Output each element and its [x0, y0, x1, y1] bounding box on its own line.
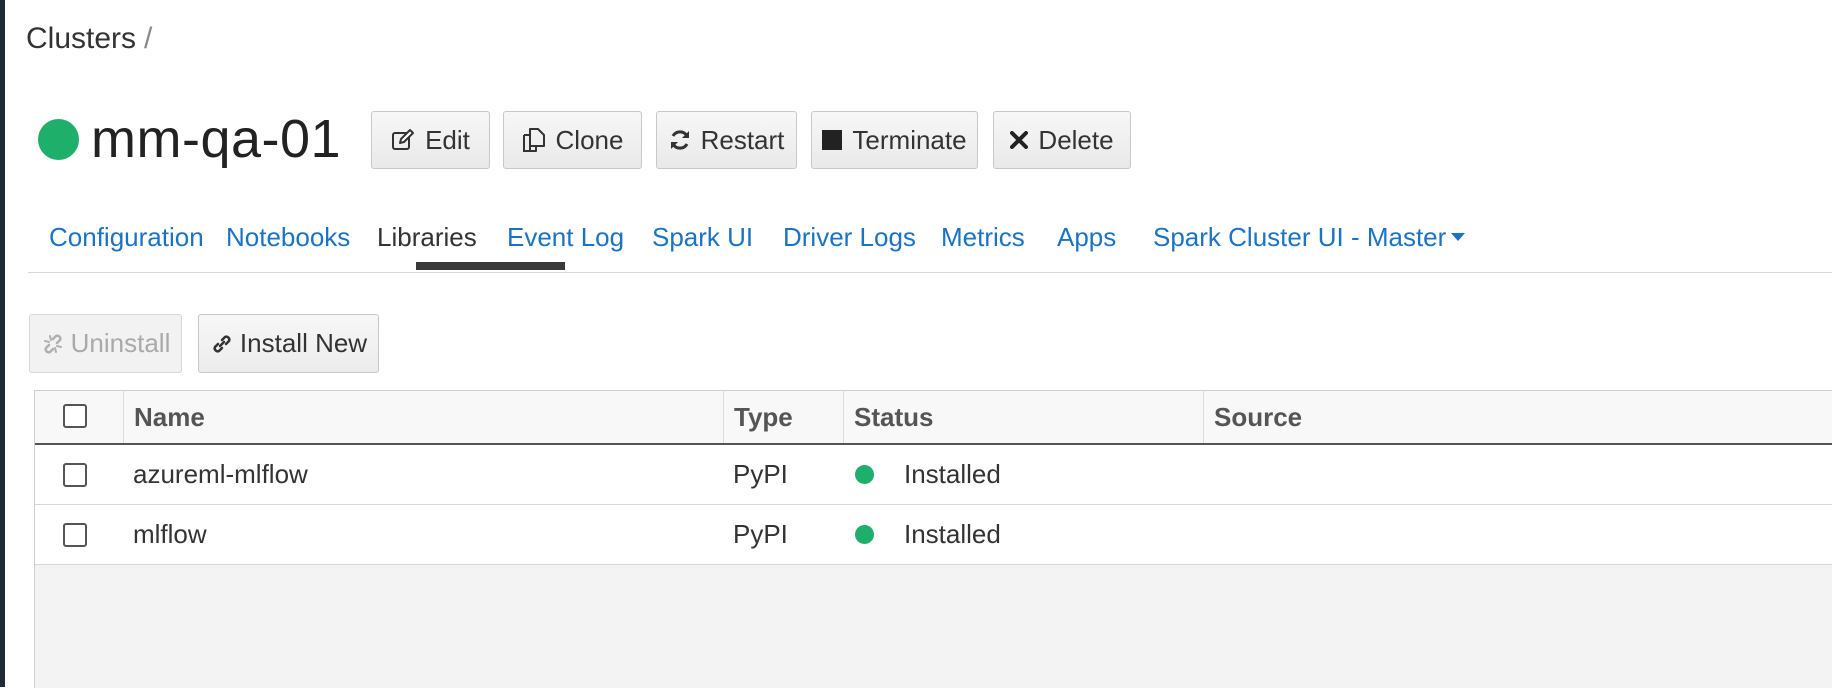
link-icon: [210, 332, 234, 356]
table-header: Name Type Status Source: [35, 391, 1832, 445]
clone-icon: [522, 127, 546, 153]
delete-button[interactable]: Delete: [993, 111, 1131, 169]
cluster-status-icon: [38, 119, 79, 160]
restart-button[interactable]: Restart: [656, 111, 797, 169]
tab-configuration[interactable]: Configuration: [49, 204, 204, 270]
breadcrumb: Clusters/: [26, 22, 152, 56]
refresh-icon: [669, 128, 691, 152]
stop-icon: [822, 130, 842, 150]
terminate-button-label: Terminate: [852, 125, 966, 156]
table-row[interactable]: mlflow PyPI Installed: [35, 505, 1832, 565]
table-row[interactable]: azureml-mlflow PyPI Installed: [35, 445, 1832, 505]
tab-apps[interactable]: Apps: [1057, 204, 1116, 270]
tab-event-log[interactable]: Event Log: [507, 204, 624, 270]
library-status: Installed: [904, 445, 1001, 504]
column-header-name[interactable]: Name: [123, 391, 723, 443]
library-name: azureml-mlflow: [133, 445, 308, 504]
libraries-table: Name Type Status Source azureml-mlflow P…: [34, 390, 1832, 688]
uninstall-button-label: Uninstall: [71, 328, 171, 359]
install-new-button[interactable]: Install New: [198, 314, 379, 373]
cluster-tabs: Configuration Notebooks Libraries Event …: [28, 204, 1832, 273]
library-name: mlflow: [133, 505, 207, 564]
breadcrumb-clusters-link[interactable]: Clusters: [26, 22, 136, 55]
edit-icon: [391, 128, 415, 152]
install-new-button-label: Install New: [240, 328, 367, 359]
installed-status-icon: [855, 465, 874, 484]
row-checkbox[interactable]: [63, 463, 87, 487]
cluster-name: mm-qa-01: [91, 108, 341, 170]
edit-button[interactable]: Edit: [371, 111, 490, 169]
cluster-page: Clusters/ mm-qa-01 Edit Clone Restar: [5, 0, 1832, 687]
restart-button-label: Restart: [701, 125, 785, 156]
caret-down-icon: [1450, 232, 1466, 242]
clone-button[interactable]: Clone: [503, 111, 642, 169]
column-header-source[interactable]: Source: [1203, 391, 1823, 443]
delete-button-label: Delete: [1038, 125, 1113, 156]
library-type: PyPI: [733, 445, 788, 504]
clone-button-label: Clone: [556, 125, 624, 156]
unlink-icon: [41, 332, 65, 356]
column-header-status[interactable]: Status: [843, 391, 1203, 443]
tab-spark-cluster-ui-master[interactable]: Spark Cluster UI - Master: [1153, 204, 1466, 270]
tab-metrics[interactable]: Metrics: [941, 204, 1025, 270]
terminate-button[interactable]: Terminate: [811, 111, 978, 169]
edit-button-label: Edit: [425, 125, 470, 156]
select-all-checkbox[interactable]: [63, 404, 87, 428]
column-header-type[interactable]: Type: [723, 391, 843, 443]
tab-libraries[interactable]: Libraries: [377, 204, 477, 270]
uninstall-button[interactable]: Uninstall: [29, 314, 182, 373]
tab-notebooks[interactable]: Notebooks: [226, 204, 350, 270]
close-icon: [1010, 131, 1028, 149]
breadcrumb-separator: /: [144, 22, 152, 55]
installed-status-icon: [855, 525, 874, 544]
tab-spark-cluster-ui-master-label: Spark Cluster UI - Master: [1153, 222, 1446, 253]
active-tab-indicator: [416, 262, 565, 270]
row-checkbox[interactable]: [63, 523, 87, 547]
tab-driver-logs[interactable]: Driver Logs: [783, 204, 916, 270]
library-type: PyPI: [733, 505, 788, 564]
library-status: Installed: [904, 505, 1001, 564]
tab-spark-ui[interactable]: Spark UI: [652, 204, 753, 270]
